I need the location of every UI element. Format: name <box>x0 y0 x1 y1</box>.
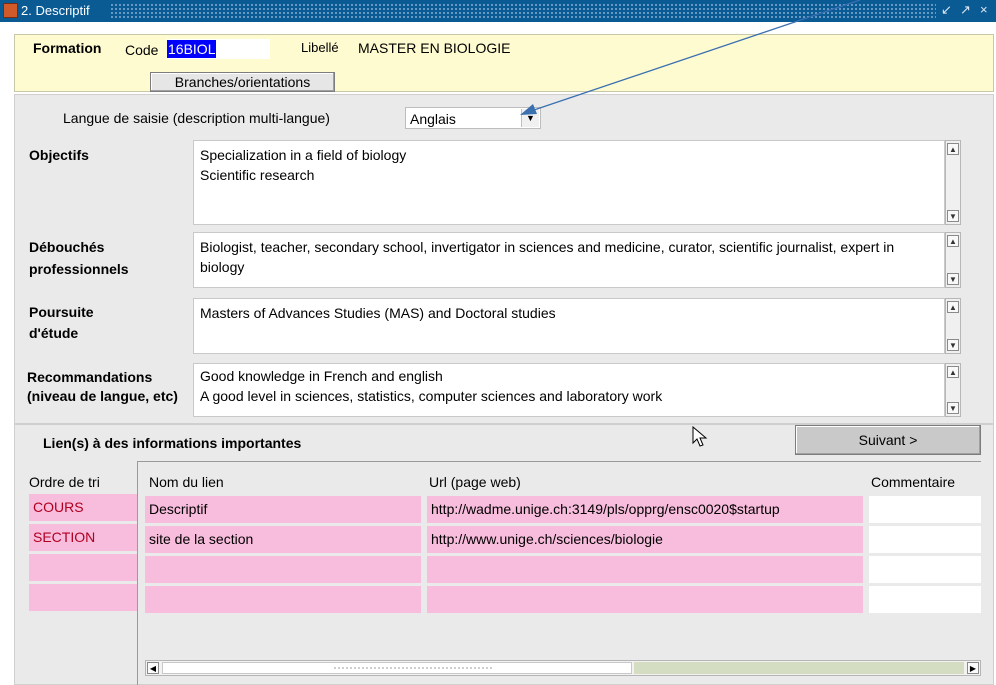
annotation-arrow <box>520 0 861 115</box>
